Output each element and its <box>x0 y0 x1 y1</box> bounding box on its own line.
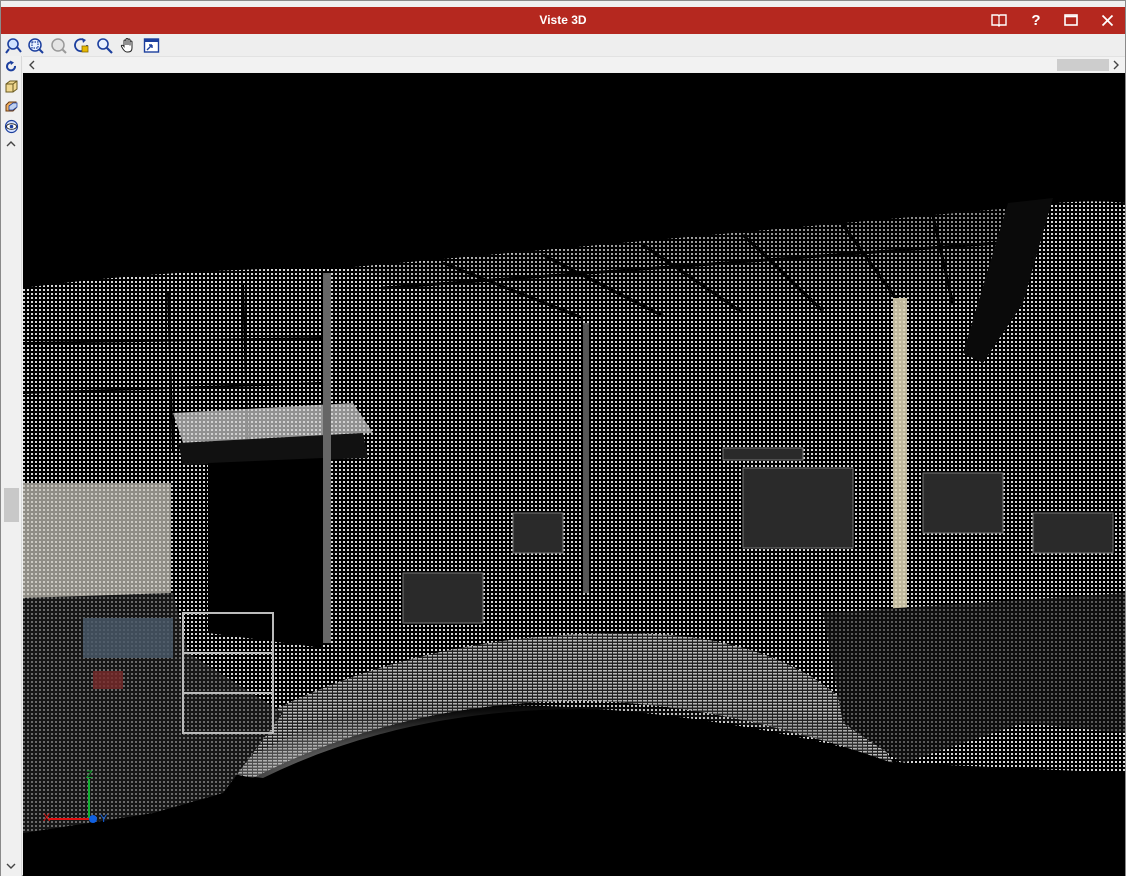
box-view-icon[interactable] <box>3 78 20 95</box>
axis-z-label: Z <box>86 769 93 781</box>
open-doorway <box>208 458 323 648</box>
viste-3d-window: Viste 3D ? Z X Y <box>0 0 1126 876</box>
maximize-icon[interactable] <box>1060 10 1082 30</box>
vertical-scroll-thumb[interactable] <box>4 488 19 522</box>
steel-column <box>893 298 907 628</box>
scroll-up-icon[interactable] <box>4 138 18 150</box>
scroll-left-icon[interactable] <box>25 58 39 72</box>
rotate-icon[interactable] <box>3 58 20 75</box>
horizontal-scrollbar[interactable] <box>23 56 1125 72</box>
zoom-window-icon[interactable] <box>26 36 44 54</box>
help-icon[interactable]: ? <box>1025 10 1047 30</box>
zoom-previous-icon[interactable] <box>49 36 67 54</box>
view-settings-icon[interactable] <box>142 36 160 54</box>
window-title: Viste 3D <box>539 13 587 27</box>
3d-viewport[interactable]: Z X Y <box>23 73 1125 876</box>
zoom-extents-icon[interactable] <box>4 36 22 54</box>
scroll-right-icon[interactable] <box>1109 58 1123 72</box>
book-icon[interactable] <box>988 10 1010 30</box>
redraw-icon[interactable] <box>72 36 90 54</box>
pan-hand-icon[interactable] <box>118 36 136 54</box>
horizontal-scroll-thumb[interactable] <box>1057 59 1109 71</box>
visibility-eye-icon[interactable] <box>3 118 20 135</box>
scroll-down-icon[interactable] <box>4 860 18 872</box>
left-toolbar <box>1 56 22 876</box>
point-cloud-scene: Z X Y <box>23 198 1125 833</box>
title-bar[interactable]: Viste 3D ? <box>1 7 1125 34</box>
axis-x-label: X <box>43 812 51 824</box>
close-icon[interactable] <box>1096 10 1118 30</box>
zoom-icon[interactable] <box>95 36 113 54</box>
axis-y-label: Y <box>100 813 108 825</box>
view-toolbar <box>1 34 1125 56</box>
section-box-icon[interactable] <box>3 98 20 115</box>
